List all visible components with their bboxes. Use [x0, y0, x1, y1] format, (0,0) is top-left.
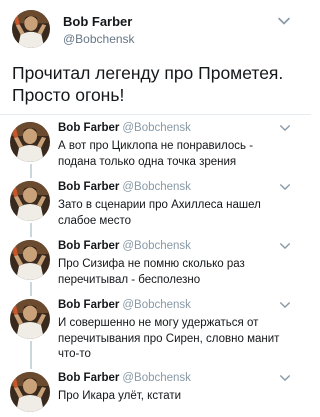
avatar[interactable] [10, 299, 50, 339]
reply-text: Зато в сценарии про Ахиллеса нашел слабо… [58, 198, 290, 229]
author-handle[interactable]: @Bobchensk [63, 32, 135, 46]
reply-text: А вот про Циклопа не понравилось - подан… [58, 139, 290, 170]
avatar-photo-icon [10, 372, 50, 412]
main-tweet[interactable]: Bob Farber @Bobchensk Прочитал легенду п… [0, 0, 311, 112]
reply-text-line: что-то [58, 348, 91, 360]
chevron-down-icon[interactable] [279, 181, 291, 193]
reply-text-line: перечитывал - бесполезно [58, 273, 201, 286]
thread-line [30, 282, 32, 296]
reply-text-line: Зато в сценарии про Ахиллеса нашел [58, 199, 261, 211]
author-handle[interactable]: @Bobchensk [122, 372, 191, 384]
reply-text-line: И совершенно не могу удержаться от [58, 317, 259, 329]
reply-text-line: слабое место [58, 214, 132, 227]
tweet-text-line: Просто огонь! [12, 85, 125, 105]
author-handle[interactable]: @Bobchensk [122, 122, 191, 134]
author-handle[interactable]: @Bobchensk [122, 240, 191, 252]
chevron-down-icon[interactable] [277, 14, 291, 28]
reply-text-line: А вот про Циклопа не понравилось - [58, 140, 254, 152]
author-name[interactable]: Bob Farber [58, 240, 119, 252]
tweet-thread: Bob Farber @Bobchensk Прочитал легенду п… [0, 0, 311, 417]
thread-line [30, 223, 32, 237]
reply-header: Bob Farber @Bobchensk [58, 240, 191, 252]
avatar[interactable] [10, 122, 50, 162]
chevron-down-icon[interactable] [279, 372, 291, 384]
author-name[interactable]: Bob Farber [63, 14, 132, 29]
avatar-photo-icon [10, 181, 50, 221]
reply-header: Bob Farber @Bobchensk [58, 299, 191, 311]
author-name[interactable]: Bob Farber [58, 181, 119, 193]
avatar[interactable] [12, 10, 50, 48]
tweet-text: Прочитал легенду про Прометея. Просто ог… [12, 62, 302, 106]
reply-text: Про Икара улёт, кстати [58, 389, 290, 405]
author-name[interactable]: Bob Farber [58, 122, 119, 134]
avatar[interactable] [10, 372, 50, 412]
reply-header: Bob Farber @Bobchensk [58, 122, 191, 134]
author-handle[interactable]: @Bobchensk [122, 181, 191, 193]
tweet-text-line: Прочитал легенду про Прометея. [12, 63, 284, 83]
chevron-down-icon[interactable] [279, 240, 291, 252]
reply-text: Про Сизифа не помню сколько раз перечиты… [58, 257, 290, 288]
author-handle[interactable]: @Bobchensk [122, 299, 191, 311]
reply-header: Bob Farber @Bobchensk [58, 372, 191, 384]
chevron-down-icon[interactable] [279, 122, 291, 134]
reply-text-line: Про Сизифа не помню сколько раз [58, 258, 245, 270]
author-name[interactable]: Bob Farber [58, 299, 119, 311]
thread-line [30, 164, 32, 178]
avatar[interactable] [10, 181, 50, 221]
avatar-photo-icon [12, 10, 50, 48]
divider [0, 114, 311, 115]
chevron-down-icon[interactable] [279, 299, 291, 311]
thread-line [30, 341, 32, 369]
reply-header: Bob Farber @Bobchensk [58, 181, 191, 193]
reply-text-line: Про Икара улёт, кстати [58, 390, 182, 402]
author-name[interactable]: Bob Farber [58, 372, 119, 384]
reply-text-line: подана только одна точка зрения [58, 155, 237, 168]
reply-text-line: перечитывания про Сирен, словно манит [58, 332, 280, 345]
reply-text: И совершенно не могу удержаться от переч… [58, 316, 290, 363]
avatar[interactable] [10, 240, 50, 280]
avatar-photo-icon [10, 299, 50, 339]
avatar-photo-icon [10, 122, 50, 162]
avatar-photo-icon [10, 240, 50, 280]
